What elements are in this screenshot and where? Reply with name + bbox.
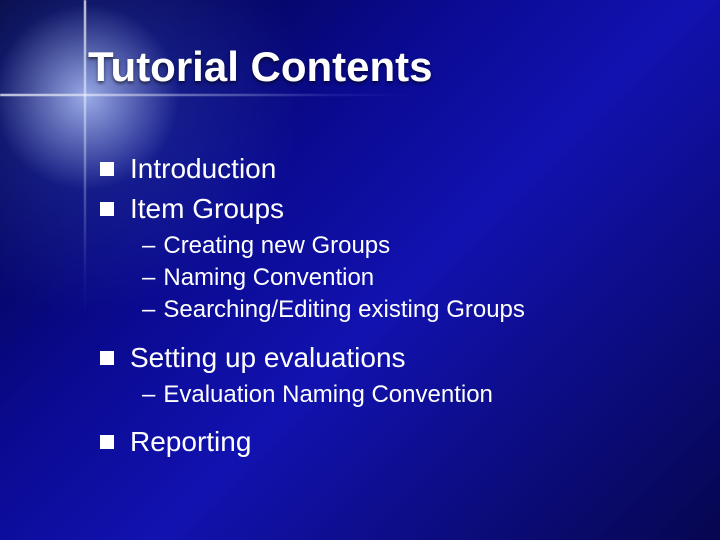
square-bullet-icon xyxy=(100,435,114,449)
sub-list-item: – Creating new Groups xyxy=(142,230,680,262)
flare-vertical xyxy=(84,0,86,320)
slide: Tutorial Contents Introduction Item Grou… xyxy=(0,0,720,540)
list-item: Reporting xyxy=(100,423,680,461)
dash-icon: – xyxy=(142,294,155,326)
sub-list-item-label: Creating new Groups xyxy=(163,230,390,262)
list-item: Introduction xyxy=(100,150,680,188)
list-item-label: Setting up evaluations xyxy=(130,339,406,377)
sub-list-item-label: Evaluation Naming Convention xyxy=(163,379,493,411)
list-item: Item Groups xyxy=(100,190,680,228)
list-item-label: Item Groups xyxy=(130,190,284,228)
slide-title: Tutorial Contents xyxy=(88,44,433,90)
spacer xyxy=(100,411,680,423)
dash-icon: – xyxy=(142,379,155,411)
sub-list-item: – Naming Convention xyxy=(142,262,680,294)
flare-horizontal xyxy=(0,94,420,96)
square-bullet-icon xyxy=(100,351,114,365)
content-body: Introduction Item Groups – Creating new … xyxy=(100,150,680,463)
list-item-label: Introduction xyxy=(130,150,276,188)
spacer xyxy=(100,327,680,339)
dash-icon: – xyxy=(142,262,155,294)
sub-list-item-label: Naming Convention xyxy=(163,262,374,294)
sub-list-item: – Evaluation Naming Convention xyxy=(142,379,680,411)
square-bullet-icon xyxy=(100,162,114,176)
sub-list-item-label: Searching/Editing existing Groups xyxy=(163,294,525,326)
list-item-label: Reporting xyxy=(130,423,251,461)
sub-list-item: – Searching/Editing existing Groups xyxy=(142,294,680,326)
list-item: Setting up evaluations xyxy=(100,339,680,377)
dash-icon: – xyxy=(142,230,155,262)
square-bullet-icon xyxy=(100,202,114,216)
